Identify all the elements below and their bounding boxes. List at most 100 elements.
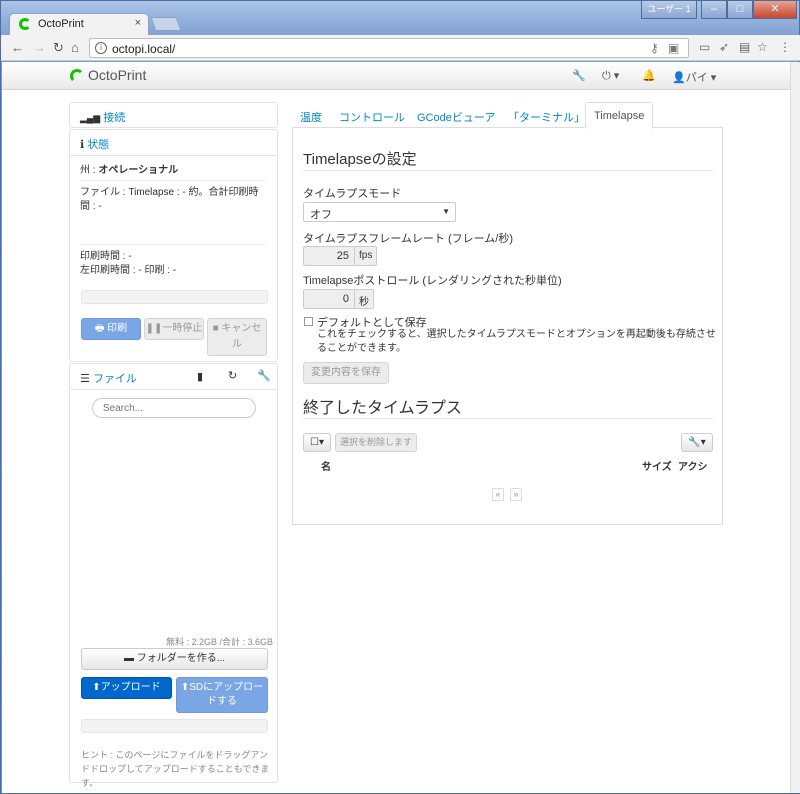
browser-toolbar: ← → ↻ ⌂ i octopi.local/ ⚷ ▣ ▭ ➶ ▤ ☆ ⋮ — [1, 35, 800, 61]
tab-timelapse[interactable]: Timelapse — [585, 102, 654, 129]
caret-down-icon: ▼ — [442, 207, 450, 216]
pause-button[interactable]: ❚❚一時停止 — [144, 318, 204, 340]
files-panel: ☰ ファイル ▮ ↻ 🔧 無料 : 2.2GB /合計 : 3.6GB ▬ フォ… — [69, 363, 278, 788]
tab-terminal[interactable]: 「ターミナル」 — [508, 109, 585, 125]
timelapse-mode-value: オフ — [310, 209, 332, 221]
files-header: ☰ ファイル ▮ ↻ 🔧 — [70, 364, 277, 390]
extension-menu-icon[interactable]: ▤ — [739, 40, 750, 54]
upload-sd-label: SDにアップロードする — [189, 682, 264, 707]
site-info-icon[interactable]: i — [95, 42, 107, 54]
cast-icon[interactable]: ▭ — [699, 40, 710, 54]
key-icon[interactable]: ⚷ — [650, 41, 659, 55]
print-progress-bar — [81, 290, 268, 304]
power-menu-icon[interactable]: ⏻ ▾ — [602, 69, 619, 83]
browser-window: OctoPrint × ユーザー 1 – □ ✕ ← → ↻ ⌂ i octop… — [0, 0, 800, 794]
create-folder-button[interactable]: ▬ フォルダーを作る... — [81, 648, 268, 670]
state-header[interactable]: ℹ 状態 — [70, 130, 277, 156]
user-menu[interactable]: 👤パイ ▾ — [672, 69, 716, 85]
checkbox-icon: ☐ — [310, 437, 319, 448]
cancel-button[interactable]: ■ キャンセル — [207, 318, 267, 356]
postroll-unit: 秒 — [355, 289, 374, 309]
divider — [303, 418, 713, 419]
print-time-left: 左印刷時間 : - 印刷 : - — [80, 265, 177, 276]
state-panel: ℹ 状態 州 : オペレーショナル ファイル : Timelapse : - 約… — [69, 129, 278, 362]
save-settings-button[interactable]: 変更内容を保存 — [303, 362, 389, 384]
cancel-button-label: キャンセル — [221, 323, 262, 350]
wrench-icon: 🔧 — [688, 437, 701, 448]
new-tab-button[interactable] — [150, 17, 182, 31]
window-user-button[interactable]: ユーザー 1 — [641, 1, 697, 19]
delete-selected-button[interactable]: 選択を削除します — [335, 433, 417, 452]
column-action: アクシ — [678, 462, 708, 473]
postroll-input[interactable]: 0 — [303, 289, 355, 309]
tab-temperature[interactable]: 温度 — [300, 109, 322, 125]
file-icon[interactable]: ▮ — [197, 370, 203, 383]
timelapse-settings-title: Timelapseの設定 — [303, 151, 417, 168]
print-time: 印刷時間 : - — [80, 251, 132, 262]
create-folder-label: フォルダーを作る... — [136, 653, 226, 664]
octoprint-logo-icon — [70, 69, 84, 83]
maximize-icon[interactable]: □ — [727, 1, 753, 19]
pager-prev[interactable]: « — [492, 488, 504, 501]
state-label: 州 : — [80, 165, 96, 176]
timelapse-content: Timelapseの設定 タイムラプスモード オフ ▼ タイムラプスフレームレー… — [292, 128, 723, 525]
print-button-label: 印刷 — [107, 323, 128, 334]
save-default-help: これをチェックすると、選択したタイムラプスモードとオプションを再起動後も存続させ… — [317, 329, 716, 354]
connection-header[interactable]: ▂▄▆ 接続 — [70, 103, 277, 129]
tab-gcode-viewer[interactable]: GCodeビューア — [417, 109, 495, 125]
address-bar[interactable]: i octopi.local/ ⚷ ▣ — [89, 38, 689, 58]
main-tab-bar: 温度 コントロール GCodeビューア 「ターミナル」 Timelapse — [292, 102, 723, 129]
upload-sd-button[interactable]: ⬆SDにアップロードする — [176, 677, 268, 713]
tab-control[interactable]: コントロール — [339, 109, 405, 125]
page-viewport: OctoPrint 🔧 ⏻ ▾ 🔔 👤パイ ▾ ▂▄▆ 接続 ℹ 状態 州 : … — [2, 62, 790, 793]
tab-strip: OctoPrint × ユーザー 1 – □ ✕ — [1, 1, 800, 35]
wrench-icon[interactable]: 🔧 — [257, 369, 271, 382]
pager-next[interactable]: » — [510, 488, 522, 501]
pause-icon: ❚❚ — [145, 323, 163, 334]
framerate-unit: fps — [355, 246, 378, 266]
select-dropdown-button[interactable]: ☐▾ — [303, 433, 331, 452]
browser-tab-octoprint[interactable]: OctoPrint × — [9, 13, 149, 35]
forward-arrow-icon[interactable]: → — [33, 40, 46, 55]
bookmark-star-icon[interactable]: ☆ — [757, 40, 768, 54]
extension-cursor-icon[interactable]: ➶ — [719, 40, 729, 54]
close-window-icon[interactable]: ✕ — [753, 1, 797, 19]
files-title[interactable]: ファイル — [93, 373, 137, 385]
minimize-icon[interactable]: – — [701, 1, 727, 19]
signal-icon: ▂▄▆ — [80, 113, 101, 123]
bell-icon[interactable]: 🔔 — [642, 69, 656, 82]
address-url: octopi.local/ — [112, 42, 176, 56]
timelapse-wrench-dropdown[interactable]: 🔧▾ — [681, 433, 713, 452]
framerate-input[interactable]: 25 — [303, 246, 355, 266]
tab-close-icon[interactable]: × — [135, 17, 141, 29]
print-button[interactable]: 🖶 印刷 — [81, 318, 141, 340]
timelapse-mode-select[interactable]: オフ ▼ — [303, 202, 456, 222]
list-icon: ☰ — [80, 373, 90, 385]
refresh-icon[interactable]: ↻ — [228, 369, 237, 382]
reload-icon[interactable]: ↻ — [53, 40, 64, 56]
brand-title[interactable]: OctoPrint — [88, 67, 146, 83]
user-icon: 👤 — [672, 72, 686, 84]
back-arrow-icon[interactable]: ← — [11, 40, 24, 55]
printer-icon: 🖶 — [94, 323, 105, 334]
save-default-checkbox[interactable] — [304, 317, 313, 326]
framerate-label: タイムラプスフレームレート (フレーム/秒) — [303, 233, 514, 245]
state-line: 州 : オペレーショナル — [80, 164, 178, 178]
upload-button[interactable]: ⬆アップロード — [81, 677, 172, 699]
file-search-input[interactable] — [92, 398, 256, 418]
finished-timelapses-title: 終了したタイムラプス — [303, 400, 462, 417]
storage-info: 無料 : 2.2GB /合計 : 3.6GB — [166, 637, 274, 647]
upload-label: アップロード — [100, 682, 161, 693]
timelapse-mode-label: タイムラプスモード — [303, 188, 402, 200]
upload-sd-icon: ⬆ — [180, 682, 190, 693]
home-icon[interactable]: ⌂ — [71, 40, 79, 55]
postroll-label: Timelapseポストロール (レンダリングされた秒単位) — [303, 275, 562, 287]
page-scrollbar[interactable] — [790, 62, 800, 793]
info-icon: ℹ — [80, 139, 85, 151]
column-name[interactable]: 名 — [321, 458, 331, 473]
upload-progress-bar — [81, 719, 268, 733]
chrome-menu-icon[interactable]: ⋮ — [779, 40, 791, 54]
column-size[interactable]: サイズ — [642, 458, 672, 473]
translate-icon[interactable]: ▣ — [668, 41, 679, 55]
wrench-icon[interactable]: 🔧 — [572, 69, 586, 82]
